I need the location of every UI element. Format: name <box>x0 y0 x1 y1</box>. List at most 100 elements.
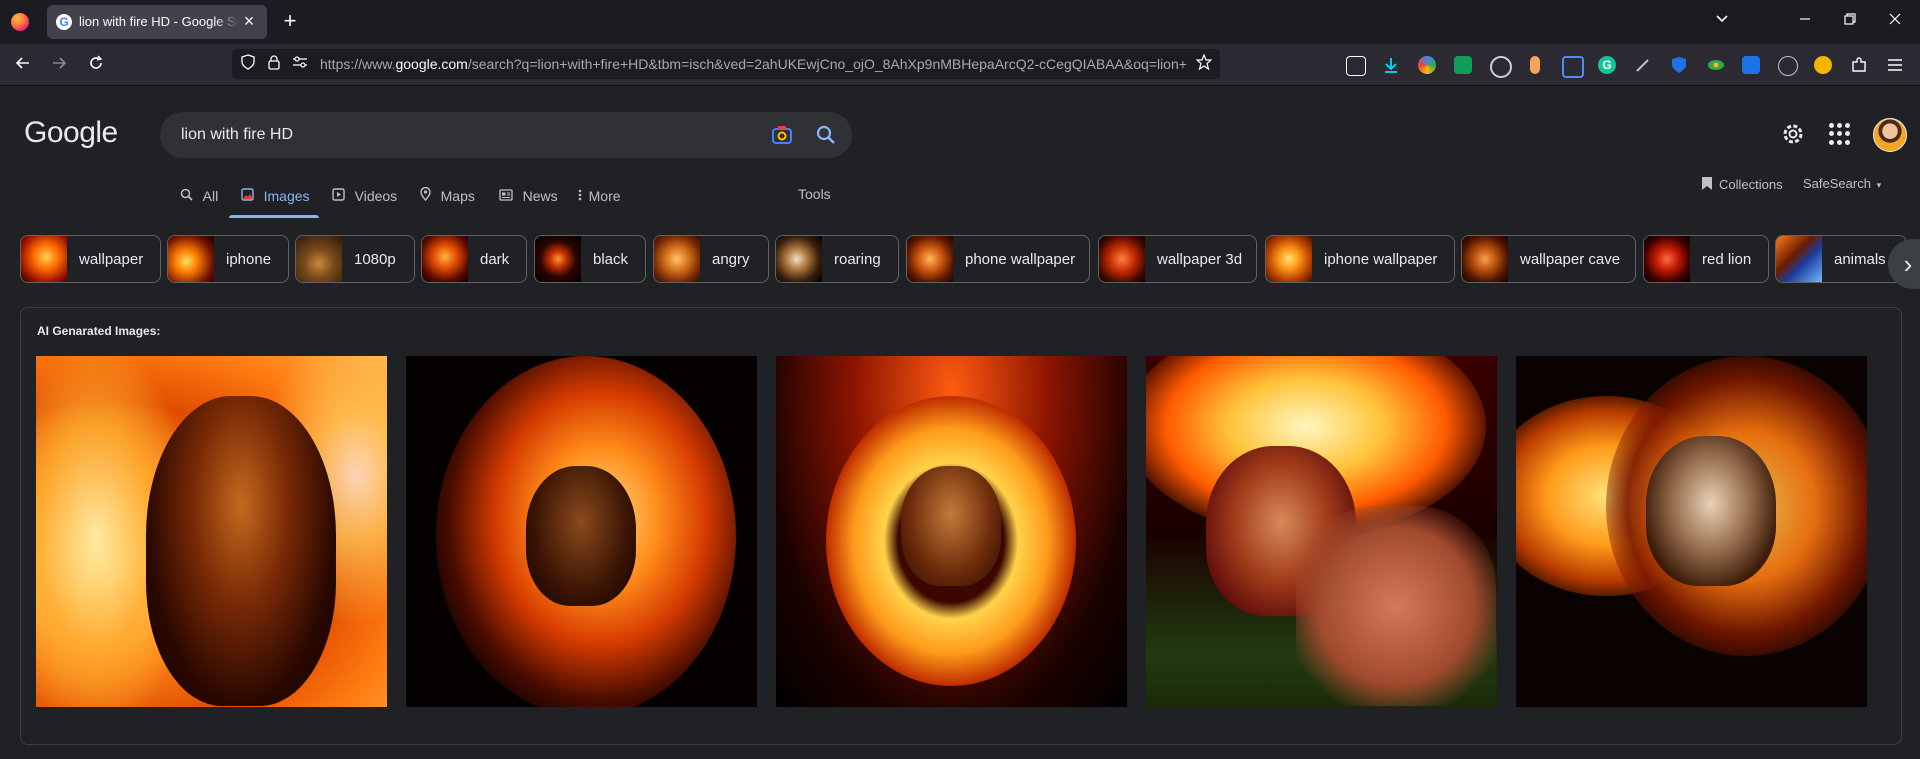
chip-animals[interactable]: animals <box>1775 235 1907 283</box>
chip-wallpaper-3d[interactable]: wallpaper 3d <box>1098 235 1257 283</box>
avatar[interactable] <box>1873 118 1907 152</box>
extension-capsule-icon[interactable] <box>1530 56 1540 74</box>
lion-fire-image-2[interactable] <box>406 356 757 707</box>
tab-more-label: More <box>588 188 621 204</box>
extension-coin-icon[interactable] <box>1814 56 1832 74</box>
chip-thumbnail <box>1099 236 1145 282</box>
permissions-icon[interactable] <box>290 54 310 74</box>
close-tab-icon[interactable]: × <box>239 11 259 31</box>
google-favicon-icon: G <box>56 14 72 30</box>
chip-wallpaper-cave[interactable]: wallpaper cave <box>1461 235 1636 283</box>
tab-all[interactable]: All <box>180 186 218 210</box>
chip-label: black <box>593 251 629 268</box>
restore-icon[interactable] <box>1838 11 1862 33</box>
news-icon <box>499 189 517 204</box>
chip-thumbnail <box>168 236 214 282</box>
lens-camera-icon[interactable] <box>771 125 792 145</box>
minimize-icon[interactable] <box>1793 11 1817 33</box>
tab-images-label: Images <box>263 188 310 204</box>
lion-fire-image-4[interactable] <box>1146 356 1497 707</box>
url-path: /search?q=lion+with+fire+HD&tbm=isch&ved… <box>467 56 1187 72</box>
pocket-icon[interactable] <box>1346 56 1366 76</box>
search-box[interactable]: lion with fire HD <box>160 112 852 158</box>
tab-all-label: All <box>202 188 219 204</box>
tab-videos-label: Videos <box>354 188 398 204</box>
search-icon[interactable] <box>815 124 837 146</box>
chip-label: iphone wallpaper <box>1324 251 1438 268</box>
lion-body <box>1296 506 1496 706</box>
extension-pen-icon[interactable] <box>1634 56 1652 74</box>
extension-globe-icon[interactable] <box>1418 56 1436 74</box>
forward-arrow-icon[interactable] <box>46 52 72 78</box>
extension-cookie-icon[interactable] <box>1490 56 1512 78</box>
chip-wallpaper[interactable]: wallpaper <box>20 235 161 283</box>
lion-silhouette <box>146 396 336 706</box>
tab-news-label: News <box>522 188 558 204</box>
chip-label: wallpaper <box>79 251 144 268</box>
chip-thumbnail <box>1644 236 1690 282</box>
google-logo[interactable]: Google <box>24 116 118 150</box>
chip-label: iphone <box>226 251 272 268</box>
chip-red-lion[interactable]: red lion <box>1643 235 1769 283</box>
extension-alarm-icon[interactable] <box>1778 56 1798 76</box>
chip-label: red lion <box>1702 251 1752 268</box>
grammarly-icon[interactable]: G <box>1598 56 1616 74</box>
back-arrow-icon[interactable] <box>10 52 36 78</box>
list-all-tabs-icon[interactable] <box>1710 11 1734 33</box>
lion-fire-image-1[interactable] <box>36 356 387 707</box>
collections-button[interactable]: Collections <box>1701 176 1783 194</box>
lion-silhouette <box>901 466 1001 586</box>
chip-label: dark <box>480 251 510 268</box>
chip-iphone[interactable]: iphone <box>167 235 289 283</box>
url-text[interactable]: https://www.google.com/search?q=lion+wit… <box>320 56 1192 72</box>
extension-eye-icon[interactable] <box>1706 56 1724 74</box>
bookmark-star-icon[interactable] <box>1194 53 1214 74</box>
more-vert-icon <box>578 189 586 204</box>
safesearch-button[interactable]: SafeSearch ▾ <box>1803 176 1881 191</box>
firefox-logo-icon <box>11 13 29 31</box>
tools-button[interactable]: Tools <box>798 186 831 202</box>
tab-news[interactable]: News <box>499 186 558 210</box>
tab-maps[interactable]: Maps <box>420 186 475 210</box>
extension-calendar-icon[interactable] <box>1742 56 1760 74</box>
tab-more[interactable]: More <box>578 186 621 210</box>
google-apps-icon[interactable] <box>1829 123 1851 145</box>
downloads-icon[interactable] <box>1382 56 1400 74</box>
browser-tab[interactable]: G lion with fire HD - Google Search × <box>47 5 267 39</box>
chip-dark[interactable]: dark <box>421 235 527 283</box>
lion-fire-image-5[interactable] <box>1516 356 1867 707</box>
tab-videos[interactable]: Videos <box>332 186 397 210</box>
chip-angry[interactable]: angry <box>653 235 769 283</box>
extension-shield-icon[interactable] <box>1670 56 1688 74</box>
close-window-icon[interactable] <box>1883 11 1907 33</box>
extensions-puzzle-icon[interactable] <box>1850 56 1868 74</box>
chip-black[interactable]: black <box>534 235 646 283</box>
menu-hamburger-icon[interactable] <box>1886 56 1904 74</box>
url-prefix: https://www. <box>320 56 396 72</box>
lion-fire-image-3[interactable] <box>776 356 1127 707</box>
shield-icon[interactable] <box>238 54 258 74</box>
address-bar[interactable]: https://www.google.com/search?q=lion+wit… <box>232 49 1220 79</box>
lock-icon[interactable] <box>264 54 284 74</box>
chip-roaring[interactable]: roaring <box>775 235 899 283</box>
chip-thumbnail <box>21 236 67 282</box>
chip-label: phone wallpaper <box>965 251 1076 268</box>
chip-label: 1080p <box>354 251 396 268</box>
image-icon <box>241 188 258 204</box>
chip-thumbnail <box>1266 236 1312 282</box>
reload-icon[interactable] <box>83 52 109 78</box>
extension-sheets-icon[interactable] <box>1454 56 1472 74</box>
browser-tab-bar: G lion with fire HD - Google Search × + <box>0 0 1920 44</box>
panel-title: AI Genarated Images: <box>37 324 161 338</box>
chip-iphone-wallpaper[interactable]: iphone wallpaper <box>1265 235 1455 283</box>
search-input[interactable]: lion with fire HD <box>181 126 293 144</box>
new-tab-button[interactable]: + <box>278 10 302 34</box>
chip-phone-wallpaper[interactable]: phone wallpaper <box>906 235 1090 283</box>
search-icon <box>180 188 197 204</box>
chip-thumbnail <box>1776 236 1822 282</box>
chip-thumbnail <box>296 236 342 282</box>
chip-1080p[interactable]: 1080p <box>295 235 415 283</box>
settings-gear-icon[interactable] <box>1780 121 1806 147</box>
extension-crop-icon[interactable] <box>1562 56 1584 78</box>
tab-images[interactable]: Images <box>241 186 310 210</box>
